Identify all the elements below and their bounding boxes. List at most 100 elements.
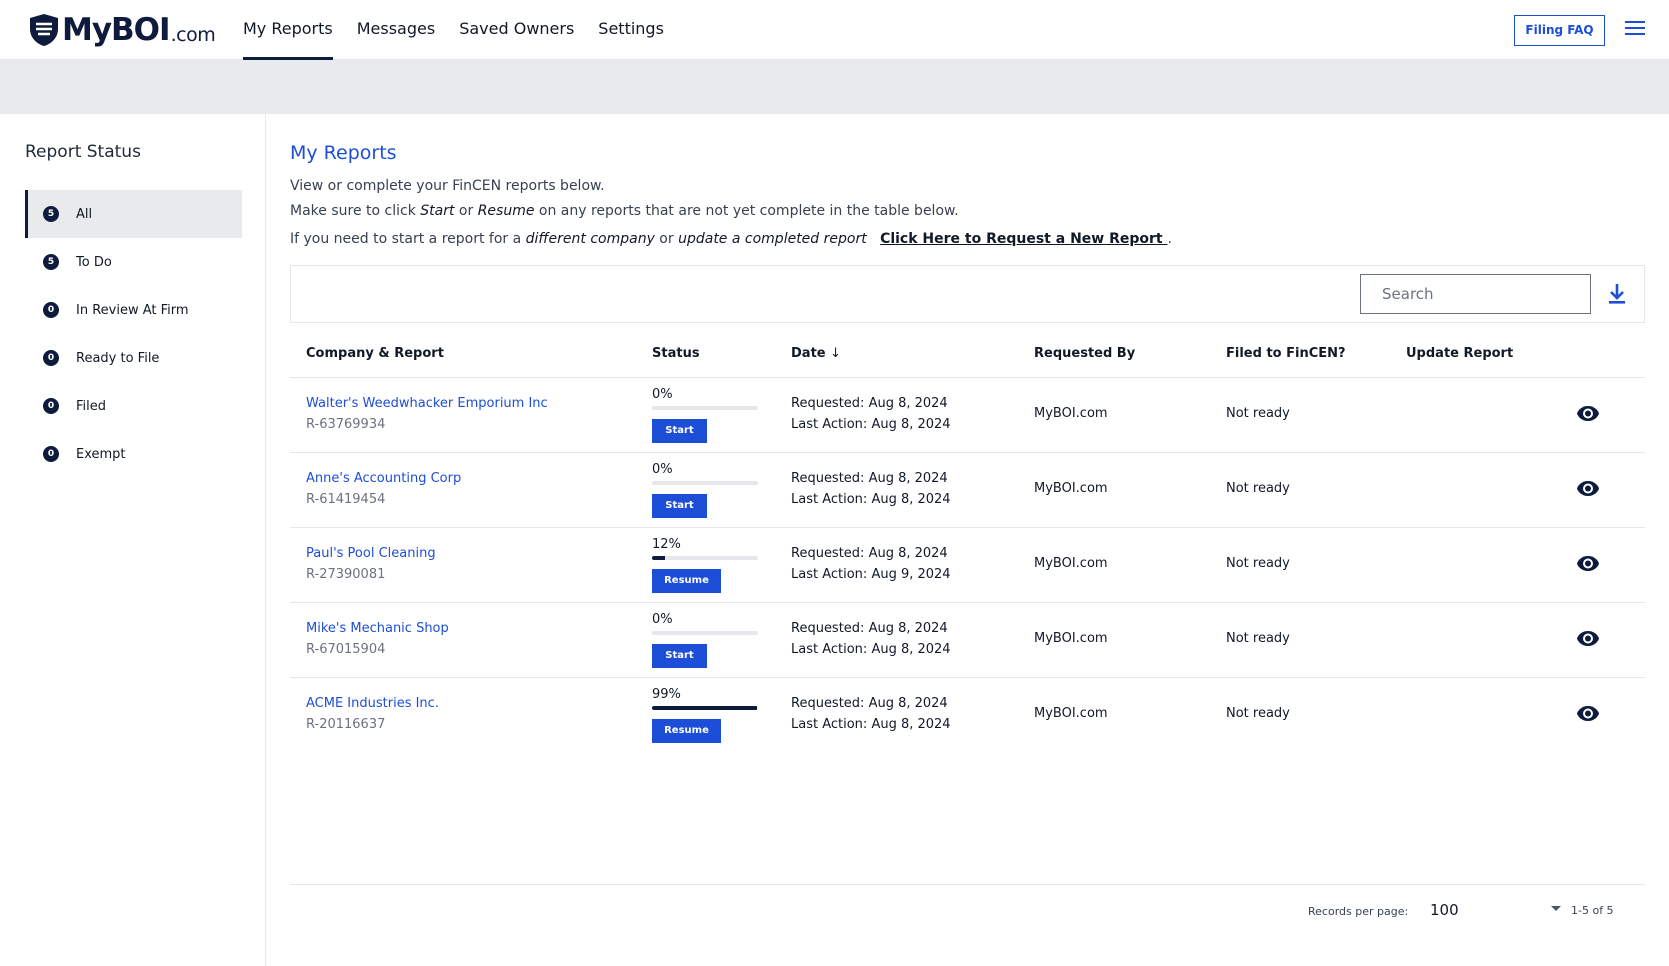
count-badge: 0 [43, 398, 59, 414]
search-input[interactable] [1360, 274, 1591, 314]
resume-button[interactable]: Resume [652, 719, 721, 743]
progress-bar [652, 706, 758, 710]
header-date[interactable]: Date ↓ [791, 346, 841, 361]
requested-date: Requested: Aug 8, 2024 [791, 696, 948, 711]
last-action-date: Last Action: Aug 8, 2024 [791, 642, 951, 657]
download-icon[interactable] [1608, 283, 1626, 305]
intro-line-3: If you need to start a report for a diff… [290, 231, 1172, 247]
header-banner [0, 60, 1669, 114]
nav-settings[interactable]: Settings [598, 0, 664, 60]
progress-bar [652, 556, 758, 560]
status-item-all[interactable]: 5 All [25, 190, 242, 238]
count-badge: 0 [43, 302, 59, 318]
records-per-page-label: Records per page: [1308, 905, 1409, 918]
resume-button[interactable]: Resume [652, 569, 721, 593]
company-name-link[interactable]: Mike's Mechanic Shop [306, 621, 449, 636]
logo-suffix-text: .com [170, 23, 216, 46]
records-per-page-select[interactable]: 100 [1430, 901, 1459, 919]
start-button[interactable]: Start [652, 494, 707, 518]
requested-by: MyBOI.com [1034, 556, 1108, 571]
table-footer-divider [290, 884, 1645, 885]
table-toolbar [290, 265, 1645, 323]
table-row: Walter's Weedwhacker Emporium Inc R-6376… [290, 378, 1645, 453]
header-update-report[interactable]: Update Report [1406, 346, 1513, 361]
mybоi-logo[interactable]: MyBOI .com [28, 10, 216, 50]
status-item-ready-to-file[interactable]: 0 Ready to File [25, 334, 242, 382]
count-badge: 0 [43, 350, 59, 366]
progress-percent: 0% [652, 462, 673, 477]
filed-status: Not ready [1226, 406, 1290, 421]
status-item-label: Ready to File [76, 350, 160, 366]
last-action-date: Last Action: Aug 8, 2024 [791, 717, 951, 732]
status-filter-list: 5 All 5 To Do 0 In Review At Firm 0 Read… [25, 190, 242, 478]
report-id: R-61419454 [306, 492, 386, 507]
company-name-link[interactable]: Anne's Accounting Corp [306, 471, 461, 486]
intro-line-1: View or complete your FinCEN reports bel… [290, 178, 605, 194]
table-row: ACME Industries Inc. R-20116637 99% Resu… [290, 678, 1645, 753]
filed-status: Not ready [1226, 631, 1290, 646]
eye-icon[interactable] [1576, 480, 1600, 497]
status-item-label: Exempt [76, 446, 126, 462]
request-new-report-link[interactable]: Click Here to Request a New Report [880, 231, 1167, 247]
status-item-label: All [76, 206, 93, 222]
progress-percent: 0% [652, 387, 673, 402]
progress-percent: 12% [652, 537, 681, 552]
status-item-filed[interactable]: 0 Filed [25, 382, 242, 430]
intro-line-2: Make sure to click Start or Resume on an… [290, 203, 959, 219]
filed-status: Not ready [1226, 481, 1290, 496]
eye-icon[interactable] [1576, 555, 1600, 572]
requested-date: Requested: Aug 8, 2024 [791, 546, 948, 561]
report-status-sidebar: Report Status 5 All 5 To Do 0 In Review … [0, 114, 266, 966]
requested-by: MyBOI.com [1034, 481, 1108, 496]
reports-table: Company & Report Status Date ↓ Requested… [290, 338, 1645, 753]
status-item-in-review[interactable]: 0 In Review At Firm [25, 286, 242, 334]
company-name-link[interactable]: Paul's Pool Cleaning [306, 546, 436, 561]
hamburger-icon[interactable] [1625, 21, 1645, 39]
main-nav: My Reports Messages Saved Owners Setting… [243, 0, 688, 60]
report-id: R-63769934 [306, 417, 386, 432]
count-badge: 0 [43, 446, 59, 462]
header-status[interactable]: Status [652, 346, 700, 361]
last-action-date: Last Action: Aug 8, 2024 [791, 417, 951, 432]
shield-logo-icon [30, 14, 58, 46]
nav-saved-owners[interactable]: Saved Owners [459, 0, 574, 60]
header-requested-by[interactable]: Requested By [1034, 346, 1135, 361]
last-action-date: Last Action: Aug 9, 2024 [791, 567, 951, 582]
table-row: Anne's Accounting Corp R-61419454 0% Sta… [290, 453, 1645, 528]
requested-by: MyBOI.com [1034, 706, 1108, 721]
requested-date: Requested: Aug 8, 2024 [791, 396, 948, 411]
requested-date: Requested: Aug 8, 2024 [791, 621, 948, 636]
eye-icon[interactable] [1576, 630, 1600, 647]
status-item-label: To Do [76, 254, 112, 270]
start-button[interactable]: Start [652, 644, 707, 668]
start-button[interactable]: Start [652, 419, 707, 443]
progress-bar [652, 481, 758, 485]
requested-by: MyBOI.com [1034, 406, 1108, 421]
eye-icon[interactable] [1576, 405, 1600, 422]
filed-status: Not ready [1226, 556, 1290, 571]
sidebar-title: Report Status [25, 142, 141, 162]
eye-icon[interactable] [1576, 705, 1600, 722]
company-name-link[interactable]: ACME Industries Inc. [306, 696, 439, 711]
count-badge: 5 [43, 254, 59, 270]
table-row: Mike's Mechanic Shop R-67015904 0% Start… [290, 603, 1645, 678]
filed-status: Not ready [1226, 706, 1290, 721]
top-navigation-bar: MyBOI .com My Reports Messages Saved Own… [0, 0, 1669, 60]
progress-percent: 99% [652, 687, 681, 702]
company-name-link[interactable]: Walter's Weedwhacker Emporium Inc [306, 396, 548, 411]
sort-arrow-down-icon: ↓ [830, 346, 842, 361]
header-company[interactable]: Company & Report [306, 346, 444, 361]
nav-my-reports[interactable]: My Reports [243, 0, 333, 60]
caret-down-icon[interactable] [1551, 906, 1561, 911]
status-item-to-do[interactable]: 5 To Do [25, 238, 242, 286]
header-filed-to-fincen[interactable]: Filed to FinCEN? [1226, 346, 1346, 361]
page-title: My Reports [290, 142, 397, 164]
table-row: Paul's Pool Cleaning R-27390081 12% Resu… [290, 528, 1645, 603]
status-item-exempt[interactable]: 0 Exempt [25, 430, 242, 478]
pagination-range: 1-5 of 5 [1571, 904, 1614, 917]
report-id: R-20116637 [306, 717, 386, 732]
nav-messages[interactable]: Messages [357, 0, 435, 60]
report-id: R-27390081 [306, 567, 386, 582]
report-id: R-67015904 [306, 642, 386, 657]
filing-faq-button[interactable]: Filing FAQ [1514, 15, 1605, 46]
